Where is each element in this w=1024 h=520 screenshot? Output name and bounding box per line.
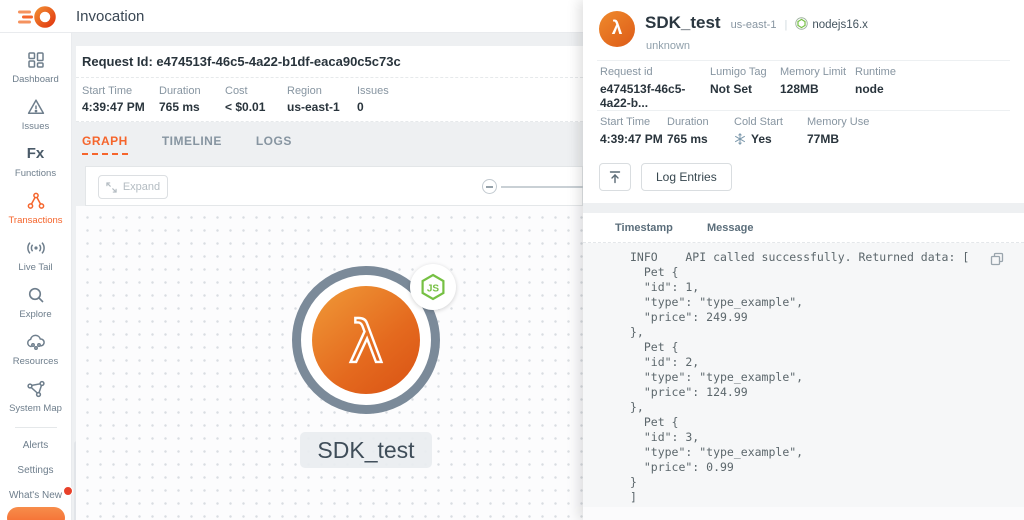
stat-start-time: Start Time 4:39:47 PM <box>82 85 145 114</box>
panel-title: SDK_test <box>645 13 721 32</box>
panel-divider <box>597 110 1010 111</box>
expand-button[interactable]: Expand <box>98 175 168 199</box>
tab-timeline[interactable]: TIMELINE <box>162 134 222 155</box>
sidebar-item-settings[interactable]: Settings <box>17 465 53 476</box>
sidebar-divider <box>14 427 57 428</box>
sidebar-item-alerts[interactable]: Alerts <box>23 440 49 451</box>
panel-info-row: Request id e474513f-46c5-4a22-b... Lumig… <box>600 66 896 110</box>
sidebar: Dashboard Issues Fx Functions Transactio… <box>0 33 74 520</box>
request-id-bar: Request Id: e474513f-46c5-4a22-b1df-eaca… <box>76 46 583 78</box>
metric-duration: Duration 765 ms <box>667 116 709 146</box>
panel-metric-row: Start Time 4:39:47 PM Duration 765 ms Co… <box>600 116 869 146</box>
sidebar-item-issues[interactable]: Issues <box>1 96 71 132</box>
log-entries-button[interactable]: Log Entries <box>641 163 732 191</box>
dashboard-icon <box>26 49 46 70</box>
sidebar-item-system-map[interactable]: System Map <box>1 378 71 414</box>
scroll-to-top-button[interactable] <box>599 163 631 191</box>
tab-logs[interactable]: LOGS <box>256 134 292 155</box>
svg-text:λ: λ <box>349 308 383 376</box>
panel-region: us-east-1 <box>730 19 777 31</box>
graph-toolbar: Expand <box>85 166 584 206</box>
sidebar-item-transactions[interactable]: Transactions <box>1 190 71 226</box>
column-timestamp: Timestamp <box>615 222 673 234</box>
tab-graph[interactable]: GRAPH <box>82 134 128 155</box>
sidebar-item-resources[interactable]: Resources <box>1 331 71 367</box>
graph-canvas[interactable]: λ JS SDK_test <box>76 206 583 520</box>
lumigo-logo-icon[interactable] <box>16 4 60 30</box>
nodejs-runtime-icon <box>795 17 809 30</box>
panel-divider <box>597 60 1010 61</box>
invocation-tabs: GRAPH TIMELINE LOGS <box>82 122 326 166</box>
sidebar-cta-button[interactable] <box>7 507 65 520</box>
panel-footer <box>583 507 1024 520</box>
invocation-detail-panel: λ SDK_test us-east-1 | nodejs16.x unknow… <box>583 0 1024 520</box>
zoom-out-icon[interactable] <box>482 179 497 194</box>
metric-memory-use: Memory Use 77MB <box>807 116 870 146</box>
log-message: INFO API called successfully. Returned d… <box>630 250 970 504</box>
info-lumigo-tag: Lumigo Tag Not Set <box>710 66 767 96</box>
expand-arrows-icon <box>106 181 117 193</box>
warning-triangle-icon <box>26 96 46 117</box>
metric-start-time: Start Time 4:39:47 PM <box>600 116 663 146</box>
main-content: Request Id: e474513f-46c5-4a22-b1df-eaca… <box>72 33 584 520</box>
panel-runtime-tag: nodejs16.x <box>812 19 868 31</box>
copy-icon[interactable] <box>990 252 1004 266</box>
nodejs-badge-icon: JS <box>410 264 456 310</box>
search-icon <box>26 284 46 305</box>
stat-region: Region us-east-1 <box>287 85 340 114</box>
lambda-icon: λ <box>312 286 420 394</box>
invocation-stats-row: Start Time 4:39:47 PM Duration 765 ms Co… <box>76 78 583 122</box>
page-title: Invocation <box>76 8 145 25</box>
svg-text:JS: JS <box>427 284 440 295</box>
sidebar-item-explore[interactable]: Explore <box>1 284 71 320</box>
stat-issues: Issues 0 <box>357 85 389 114</box>
column-message: Message <box>707 222 754 234</box>
fx-icon: Fx <box>26 145 45 162</box>
info-request-id: Request id e474513f-46c5-4a22-b... <box>600 66 686 110</box>
sidebar-item-whats-new[interactable]: What's New <box>9 486 74 501</box>
stat-cost: Cost < $0.01 <box>225 85 266 114</box>
transactions-icon <box>26 190 46 211</box>
system-map-icon <box>26 378 46 399</box>
broadcast-icon <box>25 237 47 258</box>
zoom-slider[interactable] <box>501 185 584 188</box>
stat-duration: Duration 765 ms <box>159 85 201 114</box>
whats-new-badge <box>63 486 74 496</box>
node-label[interactable]: SDK_test <box>300 432 432 468</box>
snowflake-icon <box>734 133 746 145</box>
panel-summary-card: λ SDK_test us-east-1 | nodejs16.x unknow… <box>583 0 1024 203</box>
sidebar-item-functions[interactable]: Fx Functions <box>1 143 71 179</box>
info-runtime: Runtime node <box>855 66 896 96</box>
info-memory-limit: Memory Limit 128MB <box>780 66 847 96</box>
panel-subtitle: unknown <box>646 40 691 52</box>
log-table-header: Timestamp Message <box>583 213 1024 243</box>
cloud-icon <box>25 331 47 352</box>
log-entry-row[interactable]: INFO API called successfully. Returned d… <box>583 243 1024 507</box>
panel-title-row: SDK_test us-east-1 | nodejs16.x <box>645 13 868 33</box>
metric-cold-start: Cold Start Yes <box>734 116 783 146</box>
sidebar-item-dashboard[interactable]: Dashboard <box>1 49 71 85</box>
meta-separator: | <box>784 19 788 31</box>
sidebar-item-live-tail[interactable]: Live Tail <box>1 237 71 273</box>
lambda-avatar-icon: λ <box>599 11 635 47</box>
